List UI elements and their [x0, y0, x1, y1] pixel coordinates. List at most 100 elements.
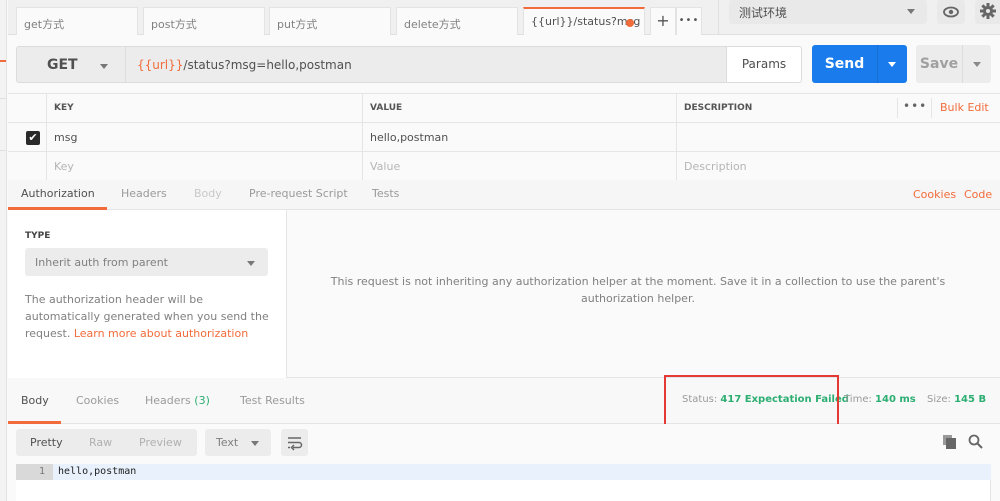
sidebar-active-indicator	[0, 60, 6, 62]
bulk-edit-link[interactable]: Bulk Edit	[940, 101, 989, 114]
environment-quick-look-button[interactable]	[937, 0, 965, 24]
authorization-panel: TYPE Inherit auth from parent The author…	[8, 210, 1000, 378]
table-options-ellipsis-icon[interactable]: •••	[903, 99, 927, 113]
params-button[interactable]: Params	[726, 46, 802, 83]
request-tab[interactable]: post方式	[143, 7, 265, 35]
request-tab[interactable]: put方式	[269, 7, 391, 35]
checkmark-icon: ✔	[28, 131, 38, 144]
response-tab-test-results[interactable]: Test Results	[240, 394, 305, 407]
request-tab-label: post方式	[151, 18, 197, 31]
time-value: 140 ms	[875, 394, 916, 405]
copy-icon[interactable]	[943, 435, 957, 449]
sidebar-divider	[0, 150, 6, 151]
view-raw-button[interactable]: Raw	[89, 436, 112, 449]
send-button-label: Send	[824, 56, 865, 72]
divider	[718, 0, 719, 35]
wrap-lines-button[interactable]	[281, 429, 308, 456]
size-label: Size:	[927, 394, 951, 405]
ellipsis-icon: •••	[678, 15, 700, 26]
time-label: Time:	[844, 394, 872, 405]
format-selected: Text	[216, 436, 239, 449]
response-body-editor[interactable]: 1 hello,postman	[16, 464, 991, 501]
column-header-description: DESCRIPTION	[676, 94, 891, 122]
response-size: Size: 145 B	[927, 394, 986, 405]
cookies-link[interactable]: Cookies	[913, 188, 956, 201]
chevron-down-icon	[100, 64, 108, 69]
search-icon[interactable]	[968, 434, 983, 449]
environment-settings-button[interactable]	[975, 0, 1000, 24]
url-input[interactable]: {{url}}/status?msg=hello,postman	[126, 46, 727, 83]
chevron-down-icon	[251, 441, 259, 446]
request-tab-label: put方式	[277, 18, 318, 31]
response-tab-body[interactable]: Body	[21, 394, 49, 407]
divider	[931, 98, 932, 118]
param-value-input[interactable]: hello,postman	[362, 123, 676, 151]
new-value-input[interactable]: Value	[362, 152, 676, 180]
unsaved-dot-icon	[626, 19, 634, 27]
sidebar-divider	[0, 98, 6, 99]
new-key-input[interactable]: Key	[46, 152, 362, 180]
send-options-chevron-icon[interactable]	[888, 62, 896, 67]
code-line-text: hello,postman	[58, 466, 137, 477]
method-select[interactable]: GET	[16, 46, 126, 83]
headers-count-badge: (3)	[194, 394, 210, 407]
table-row: ✔ msg hello,postman	[8, 123, 1000, 152]
view-mode-group: Pretty Raw Preview	[16, 429, 197, 456]
column-header-value: VALUE	[362, 94, 676, 122]
response-tab-cookies[interactable]: Cookies	[76, 394, 119, 407]
request-sub-tabs: Authorization Headers Body Pre-request S…	[8, 180, 1000, 210]
plus-icon: +	[656, 11, 670, 30]
environment-select[interactable]: 测试环境	[729, 0, 927, 24]
format-select[interactable]: Text	[205, 429, 271, 456]
params-button-label: Params	[741, 57, 787, 71]
param-key-input[interactable]: msg	[46, 123, 362, 151]
response-tabs: Body Cookies Headers (3) Test Results St…	[8, 378, 1000, 424]
response-time: Time: 140 ms	[844, 394, 916, 405]
request-tab-label: delete方式	[404, 18, 461, 31]
status-highlight-annotation	[664, 375, 839, 428]
param-enabled-checkbox[interactable]: ✔	[26, 131, 40, 145]
request-tab-label: get方式	[24, 18, 65, 31]
save-button[interactable]: Save	[916, 45, 991, 83]
save-options-chevron-icon[interactable]	[973, 62, 981, 67]
tab-authorization[interactable]: Authorization	[21, 187, 95, 200]
divider	[897, 98, 898, 118]
postman-window: get方式 post方式 put方式 delete方式 {{url}}/stat…	[0, 0, 1000, 501]
tab-headers[interactable]: Headers	[121, 187, 167, 200]
request-tab[interactable]: delete方式	[396, 7, 518, 35]
learn-more-link[interactable]: Learn more about authorization	[74, 327, 248, 340]
save-button-label: Save	[919, 56, 959, 72]
params-table: KEY VALUE DESCRIPTION ••• Bulk Edit ✔ ms…	[8, 93, 1000, 181]
chevron-down-icon	[247, 261, 255, 266]
send-button[interactable]: Send	[812, 45, 907, 83]
code-link[interactable]: Code	[964, 188, 992, 201]
size-value: 145 B	[954, 394, 987, 405]
request-tab-label: {{url}}/status?msg	[531, 15, 641, 28]
method-selected: GET	[47, 57, 78, 73]
auth-type-selected: Inherit auth from parent	[35, 256, 168, 269]
param-description-input[interactable]	[676, 123, 1000, 151]
response-tab-headers[interactable]: Headers (3)	[145, 394, 210, 407]
tab-body[interactable]: Body	[194, 187, 222, 200]
view-preview-button[interactable]: Preview	[139, 436, 182, 449]
url-variable: {{url}}	[137, 58, 184, 72]
view-pretty-button[interactable]: Pretty	[30, 436, 63, 449]
new-tab-button[interactable]: +	[650, 7, 676, 35]
divider	[877, 45, 878, 83]
table-header-row: KEY VALUE DESCRIPTION ••• Bulk Edit	[8, 94, 1000, 123]
eye-icon	[943, 6, 959, 18]
tab-tests[interactable]: Tests	[372, 187, 399, 200]
new-description-input[interactable]: Description	[676, 152, 1000, 180]
url-path: /status?msg=hello,postman	[183, 58, 352, 72]
more-tabs-button[interactable]: •••	[676, 7, 702, 35]
request-tab[interactable]: get方式	[16, 7, 138, 35]
table-row-new: Key Value Description	[8, 152, 1000, 181]
tab-pre-request-script[interactable]: Pre-request Script	[249, 187, 348, 200]
request-tab-active[interactable]: {{url}}/status?msg	[523, 7, 645, 35]
code-line: 1 hello,postman	[16, 464, 991, 480]
chevron-down-icon	[907, 9, 915, 14]
wrap-lines-icon	[288, 437, 303, 451]
environment-selected: 测试环境	[739, 6, 788, 20]
auth-type-select[interactable]: Inherit auth from parent	[25, 248, 268, 276]
response-tab-headers-label: Headers	[145, 394, 191, 407]
